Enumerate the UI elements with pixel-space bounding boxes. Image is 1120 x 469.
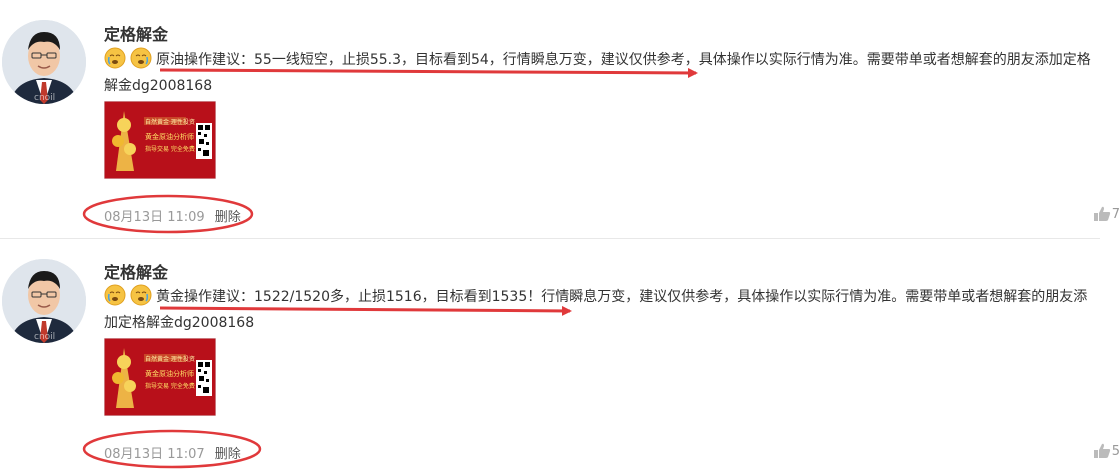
like-button[interactable]: 7 xyxy=(1093,206,1120,222)
crying-face-icon xyxy=(130,47,152,69)
image-caption-1: 自然黄金·理性投资 xyxy=(145,355,195,363)
avatar[interactable]: cnoil xyxy=(2,20,86,104)
image-caption-2: 黄金原油分析师 xyxy=(145,132,194,141)
crying-face-icon xyxy=(104,284,126,306)
crying-face-icon xyxy=(104,47,126,69)
post-timestamp: 08月13日 11:07 xyxy=(104,447,205,462)
image-caption-1: 自然黄金·理性投资 xyxy=(145,118,195,126)
delete-button[interactable]: 删除 xyxy=(215,447,241,462)
avatar-watermark: cnoil xyxy=(34,93,55,103)
post-meta: 08月13日 11:07 删除 xyxy=(104,443,241,462)
post-timestamp: 08月13日 11:09 xyxy=(104,210,205,225)
post-image[interactable]: 自然黄金·理性投资 黄金原油分析师 指导交易 完全免费 xyxy=(103,337,217,417)
thumbs-up-icon xyxy=(1093,206,1110,221)
image-caption-2: 黄金原油分析师 xyxy=(145,369,194,378)
delete-button[interactable]: 删除 xyxy=(215,210,241,225)
crying-face-icon xyxy=(130,284,152,306)
author-name[interactable]: 定格解金 xyxy=(104,259,168,283)
image-caption-3: 指导交易 完全免费 xyxy=(145,382,195,390)
post-text: 黄金操作建议：1522/1520多，止损1516，目标看到1535！行情瞬息万变… xyxy=(104,289,1088,331)
post-content: 黄金操作建议：1522/1520多，止损1516，目标看到1535！行情瞬息万变… xyxy=(104,284,1096,336)
like-button[interactable]: 5 xyxy=(1093,443,1120,459)
post-meta: 08月13日 11:09 删除 xyxy=(104,206,241,225)
post-image[interactable]: 自然黄金·理性投资 黄金原油分析师 指导交易 完全免费 xyxy=(103,100,217,180)
author-name[interactable]: 定格解金 xyxy=(104,21,168,45)
thumbs-up-icon xyxy=(1093,443,1110,458)
feed-post: cnoil 定格解金 黄金操作建议：1522/1520多，止损1516，目标看到… xyxy=(0,238,1120,469)
like-count: 7 xyxy=(1111,206,1120,222)
avatar-watermark: cnoil xyxy=(34,332,55,342)
feed-post: cnoil 定格解金 原油操作建议：55一线短空，止损55.3，目标看到54，行… xyxy=(0,0,1120,238)
post-content: 原油操作建议：55一线短空，止损55.3，目标看到54，行情瞬息万变，建议仅供参… xyxy=(104,47,1096,99)
avatar[interactable]: cnoil xyxy=(2,259,86,343)
post-text: 原油操作建议：55一线短空，止损55.3，目标看到54，行情瞬息万变，建议仅供参… xyxy=(104,52,1091,94)
image-caption-3: 指导交易 完全免费 xyxy=(145,145,195,153)
like-count: 5 xyxy=(1111,443,1120,459)
